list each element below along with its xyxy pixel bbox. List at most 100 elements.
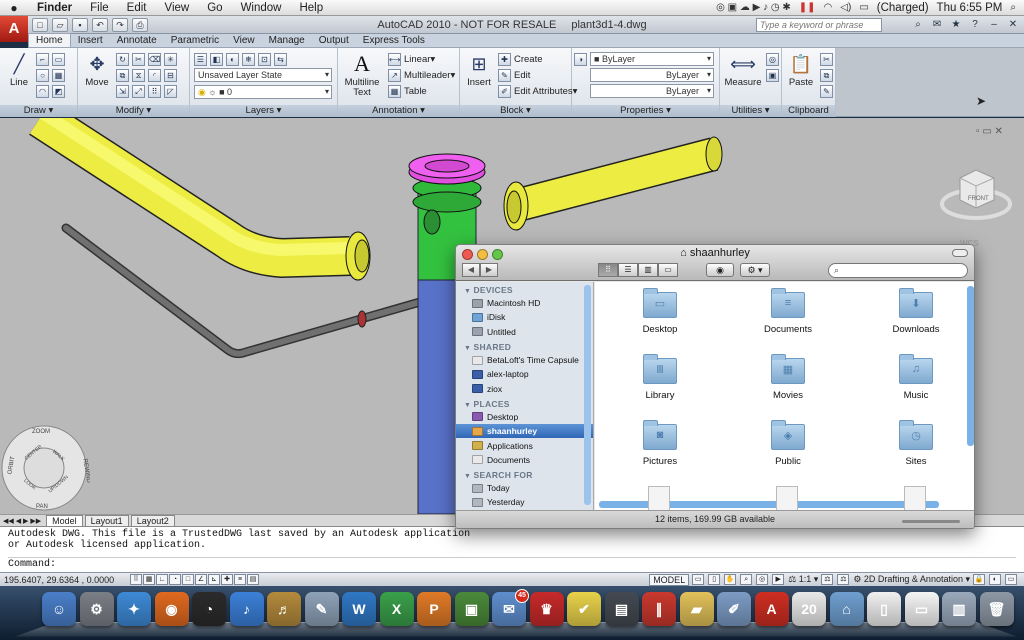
dock-folder-app-icon[interactable]: ▰ bbox=[679, 592, 714, 626]
clean-screen-icon[interactable]: ▭ bbox=[1005, 574, 1017, 585]
polyline-tool[interactable]: ⌐ ▭ bbox=[36, 52, 68, 67]
folder-sites[interactable]: ◷ Sites bbox=[866, 420, 966, 467]
command-prompt[interactable]: Command: bbox=[8, 557, 1016, 570]
pan-icon[interactable]: ✋ bbox=[724, 574, 737, 585]
partial-file-icon[interactable] bbox=[648, 486, 670, 512]
sidebar-item-idisk[interactable]: iDisk bbox=[456, 310, 593, 324]
dock-powerpoint-icon[interactable]: P bbox=[417, 592, 451, 626]
edit-attributes-button[interactable]: ✐ Edit Attributes ▾ bbox=[498, 84, 577, 99]
folder-public[interactable]: ◈ Public bbox=[738, 420, 838, 467]
folder-movies[interactable]: ▦ Movies bbox=[738, 354, 838, 401]
modify-row-1[interactable]: ↻ ✂ ⌫ ✳ bbox=[116, 52, 180, 67]
dock-excel-icon[interactable]: X bbox=[379, 592, 414, 626]
quick-select-icon[interactable]: ◎ bbox=[766, 52, 782, 67]
sidebar-item-documents[interactable]: Documents bbox=[456, 453, 593, 467]
volume-icon[interactable]: ◁) bbox=[840, 2, 851, 13]
menubar-clock[interactable]: Thu 6:55 PM bbox=[937, 2, 1003, 14]
panel-title-block[interactable]: Block ▾ bbox=[460, 105, 571, 117]
model-space-toggle[interactable]: MODEL bbox=[649, 573, 690, 586]
tab-express-tools[interactable]: Express Tools bbox=[356, 34, 432, 47]
table-button[interactable]: ▦ Table bbox=[388, 84, 427, 99]
dock-media-app-icon[interactable]: ▤ bbox=[604, 592, 639, 626]
dock-finder-icon[interactable]: ☺ bbox=[42, 592, 76, 626]
wheel-zoom[interactable]: ZOOM bbox=[32, 429, 50, 435]
dock-itunes-icon[interactable]: ♪ bbox=[229, 592, 264, 626]
tab-home[interactable]: Home bbox=[28, 33, 71, 47]
battery-icon[interactable]: ▭ bbox=[859, 2, 868, 13]
folder-documents[interactable]: ≡ Documents bbox=[738, 288, 838, 335]
tab-view[interactable]: View bbox=[226, 34, 262, 47]
ducs-icon[interactable]: ⊾ bbox=[208, 574, 220, 585]
dock-dashboard-icon[interactable]: ◔ bbox=[192, 592, 226, 626]
dock-script-editor-icon[interactable]: ✎ bbox=[304, 592, 339, 626]
plot-icon[interactable]: ⎙ bbox=[132, 18, 148, 32]
menu-help[interactable]: Help bbox=[290, 0, 332, 16]
panel-title-utilities[interactable]: Utilities ▾ bbox=[720, 105, 781, 117]
tab-insert[interactable]: Insert bbox=[71, 34, 110, 47]
partial-file-icon[interactable] bbox=[776, 486, 798, 512]
sidebar-scrollbar[interactable] bbox=[584, 285, 591, 505]
new-icon[interactable]: □ bbox=[32, 18, 48, 32]
viewcube[interactable]: FRONT bbox=[940, 169, 1012, 220]
workspace-switch[interactable]: ⚙ 2D Drafting & Annotation ▾ bbox=[853, 574, 970, 585]
dock-preview-icon[interactable]: ✐ bbox=[717, 592, 751, 626]
linetype-select[interactable]: ByLayer bbox=[590, 68, 714, 82]
quick-view-layouts-icon[interactable]: ▭ bbox=[692, 574, 705, 585]
finder-window[interactable]: ⌂ shaanhurley ◀ ▶ ⠿ ☰ ▥ ▭ ◉ ⚙ ▾ ⌕ ▼ DEVI… bbox=[455, 244, 975, 529]
steering-wheel[interactable]: ZOOM ORBIT REWIND PAN CENTER WALK LOOK U… bbox=[0, 424, 90, 514]
panel-title-layers[interactable]: Layers ▾ bbox=[190, 105, 337, 117]
match-properties-icon[interactable]: ◑ bbox=[574, 52, 590, 67]
action-menu-button[interactable]: ⚙ ▾ bbox=[740, 263, 770, 277]
sidebar-item-shaanhurley[interactable]: shaanhurley bbox=[456, 424, 593, 439]
circle-tool[interactable]: ○ ▦ bbox=[36, 68, 68, 83]
match-icon[interactable]: ✎ bbox=[820, 84, 836, 99]
tab-annotate[interactable]: Annotate bbox=[110, 34, 164, 47]
move-button[interactable]: ✥ Move bbox=[80, 50, 114, 100]
multiline-text-button[interactable]: A Multiline Text bbox=[340, 50, 384, 100]
menu-window[interactable]: Window bbox=[232, 0, 291, 16]
tab-manage[interactable]: Manage bbox=[262, 34, 312, 47]
sidebar-item-alex-laptop[interactable]: alex-laptop bbox=[456, 367, 593, 381]
panel-title-properties[interactable]: Properties ▾ bbox=[572, 105, 719, 117]
measure-button[interactable]: ⟺ Measure bbox=[722, 50, 764, 100]
folder-music[interactable]: ♫ Music bbox=[866, 354, 966, 401]
paste-button[interactable]: 📋 Paste bbox=[784, 50, 818, 100]
grid-icon[interactable]: ▦ bbox=[143, 574, 155, 585]
dock-documents-stack-icon[interactable]: ▯ bbox=[867, 592, 901, 626]
quick-look-button[interactable]: ◉ bbox=[706, 263, 734, 277]
dock-trash-icon[interactable]: 🗑 bbox=[979, 592, 1014, 626]
sidebar-item-untitled[interactable]: Untitled bbox=[456, 325, 593, 339]
dock-mail-icon[interactable]: ✉ 45 bbox=[492, 589, 529, 626]
sidebar-item-yesterday[interactable]: Yesterday bbox=[456, 495, 593, 509]
menu-file[interactable]: File bbox=[81, 0, 118, 16]
panel-title-draw[interactable]: Draw ▾ bbox=[0, 105, 77, 117]
icon-view-button[interactable]: ⠿ bbox=[598, 263, 618, 277]
lock-icon[interactable]: 🔒 bbox=[973, 574, 985, 585]
command-window[interactable]: Autodesk DWG. This file is a TrustedDWG … bbox=[0, 526, 1024, 572]
lwt-icon[interactable]: ≡ bbox=[234, 574, 246, 585]
communication-center-icon[interactable]: ✉ bbox=[930, 18, 944, 32]
dyn-icon[interactable]: ✚ bbox=[221, 574, 233, 585]
dock-system-preferences-icon[interactable]: ⚙ bbox=[79, 592, 114, 626]
edit-block-button[interactable]: ✎ Edit bbox=[498, 68, 530, 83]
arc-tool[interactable]: ◠ ◩ bbox=[36, 84, 68, 99]
open-icon[interactable]: ▱ bbox=[52, 18, 68, 32]
coordinate-readout[interactable]: 195.6407, 29.6364 , 0.0000 bbox=[0, 575, 130, 585]
dock-sites-stack-icon[interactable]: ▭ bbox=[904, 592, 939, 626]
content-vertical-scrollbar[interactable] bbox=[967, 286, 974, 446]
snap-icon[interactable]: ⠿ bbox=[130, 574, 142, 585]
modify-row-2[interactable]: ⧉ ⧖ ◜ ⊟ bbox=[116, 68, 180, 83]
search-icon[interactable]: ⌕ bbox=[911, 18, 925, 32]
layer-tools[interactable]: ☰ ◧ ◐ ❄ ⊡ ⇆ bbox=[194, 52, 290, 67]
dock-garageband-icon[interactable]: ♬ bbox=[267, 592, 301, 626]
spotlight-icon[interactable]: ⌕ bbox=[1010, 2, 1016, 13]
select-all-icon[interactable]: ▣ bbox=[766, 68, 782, 83]
minimize-icon[interactable]: – bbox=[987, 18, 1001, 32]
dock-parallels-icon[interactable]: ∥ bbox=[642, 592, 676, 626]
sidebar-item-today[interactable]: Today bbox=[456, 481, 593, 495]
sidebar-item-desktop[interactable]: Desktop bbox=[456, 410, 593, 424]
status-icons[interactable]: ◎ ▣ ☁ ▶ ♪ ◷ ✱ bbox=[716, 2, 791, 13]
showmotion-icon[interactable]: ▶ bbox=[772, 574, 785, 585]
back-button[interactable]: ◀ bbox=[462, 263, 480, 277]
osnap-icon[interactable]: □ bbox=[182, 574, 194, 585]
